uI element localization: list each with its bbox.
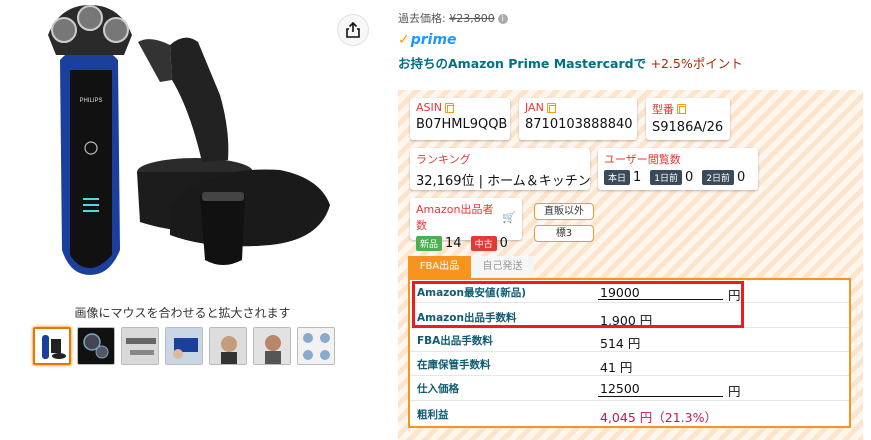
prime-check-icon: ✓ [398, 32, 410, 48]
used-tag: 中古 [470, 236, 497, 251]
gross-profit-value: 4,045 円（21.3%） [600, 410, 717, 425]
thumbnail-3[interactable] [121, 327, 159, 365]
ranking-card: ランキング 32,169位 | ホーム＆キッチン [410, 148, 591, 190]
past-price: 過去価格: ¥23,800 i [398, 10, 508, 26]
row-suffix: 円 [728, 384, 741, 399]
table-row: Amazon最安値(新品) 19000 円 [410, 280, 849, 303]
sellers-label: Amazon出品者数 [416, 203, 494, 232]
lowest-price-input[interactable]: 19000 [600, 285, 640, 300]
share-button[interactable] [337, 14, 369, 46]
prime-badge: ✓prime [398, 32, 457, 48]
thumbnail-7[interactable] [297, 327, 335, 365]
row-key: 粗利益 [417, 409, 449, 421]
row-key: 仕入価格 [417, 383, 459, 395]
jan-label: JAN [525, 101, 544, 114]
sellers-card: Amazon出品者数 🛒 新品 14 中古 0 [410, 198, 522, 251]
ranking-label: ランキング [416, 153, 471, 166]
mastercard-offer[interactable]: お持ちのAmazon Prime Mastercardで +2.5%ポイント [398, 53, 743, 72]
row-suffix: 円 [728, 288, 741, 303]
user-views-card: ユーザー閲覧数 本日 1 1日前 0 2日前 0 [598, 148, 758, 190]
thumbnail-2[interactable] [77, 327, 115, 365]
new-tag: 新品 [416, 236, 443, 251]
row-value: 41 円 [600, 360, 633, 375]
thumbnail-4[interactable] [165, 327, 203, 365]
prime-label: prime [410, 32, 457, 48]
row-key: 在庫保管手数料 [417, 359, 491, 371]
thumbnail-strip [33, 327, 335, 365]
thumbnail-6[interactable] [253, 327, 291, 365]
product-main-image[interactable]: PHILIPS [20, 0, 350, 290]
ranking-value: 32,169位 | ホーム＆キッチン [416, 174, 591, 189]
share-icon [346, 22, 360, 38]
new-sellers-value: 14 [445, 236, 462, 251]
copy-icon[interactable] [444, 102, 454, 113]
views-tag-1day: 1日前 [650, 170, 683, 185]
past-price-label: 過去価格: [398, 12, 450, 25]
table-row: Amazon出品手数料 1,900 円 [410, 303, 849, 328]
mastercard-points: +2.5%ポイント [650, 56, 743, 71]
row-key: FBA出品手数料 [417, 335, 493, 347]
model-value: S9186A/26 [652, 120, 724, 135]
info-icon[interactable]: i [497, 14, 508, 24]
row-value: 1,900 円 [600, 313, 653, 328]
tab-self-ship[interactable]: 自己発送 [471, 256, 534, 278]
table-row: 粗利益 4,045 円（21.3%） [410, 401, 849, 426]
thumbnail-5[interactable] [209, 327, 247, 365]
user-views-label: ユーザー閲覧数 [604, 153, 681, 166]
asin-card: ASIN B07HML9QQB [410, 98, 510, 140]
model-card: 型番 S9186A/26 [646, 98, 730, 140]
table-row: FBA出品手数料 514 円 [410, 328, 849, 352]
cart-icon: 🛒 [502, 210, 516, 224]
input-underline [598, 396, 723, 397]
views-value-2day: 0 [737, 170, 746, 185]
tab-fba[interactable]: FBA出品 [408, 256, 471, 278]
views-value-today: 1 [633, 170, 642, 185]
jan-value: 8710103888840 [525, 117, 633, 132]
mastercard-text: お持ちのAmazon Prime Mastercardで [398, 56, 651, 71]
table-row: 仕入価格 12500 円 [410, 376, 849, 401]
views-tag-2day: 2日前 [702, 170, 735, 185]
row-value: 514 円 [600, 336, 641, 351]
copy-icon[interactable] [546, 102, 556, 113]
asin-label: ASIN [416, 101, 442, 114]
views-tag-today: 本日 [604, 170, 631, 185]
thumbnail-1[interactable] [33, 327, 71, 365]
non-direct-button[interactable]: 直販以外 [534, 203, 594, 220]
row-key: Amazon出品手数料 [417, 312, 517, 324]
asin-value: B07HML9QQB [416, 117, 508, 132]
copy-icon[interactable] [677, 104, 686, 114]
purchase-price-input[interactable]: 12500 [600, 381, 640, 396]
row-key: Amazon最安値(新品) [417, 287, 527, 299]
table-row: 在庫保管手数料 41 円 [410, 352, 849, 376]
standard-size-button[interactable]: 標3 [534, 225, 594, 242]
used-sellers-value: 0 [499, 236, 508, 251]
profit-table: Amazon最安値(新品) 19000 円 Amazon出品手数料 1,900 … [408, 278, 851, 428]
brand-logo: PHILIPS [79, 98, 102, 104]
jan-card: JAN 8710103888840 [519, 98, 637, 140]
views-value-1day: 0 [685, 170, 694, 185]
zoom-hint: 画像にマウスを合わせると拡大されます [74, 306, 291, 320]
model-label: 型番 [652, 103, 674, 116]
input-underline [598, 299, 723, 300]
past-price-value: ¥23,800 [449, 12, 495, 25]
